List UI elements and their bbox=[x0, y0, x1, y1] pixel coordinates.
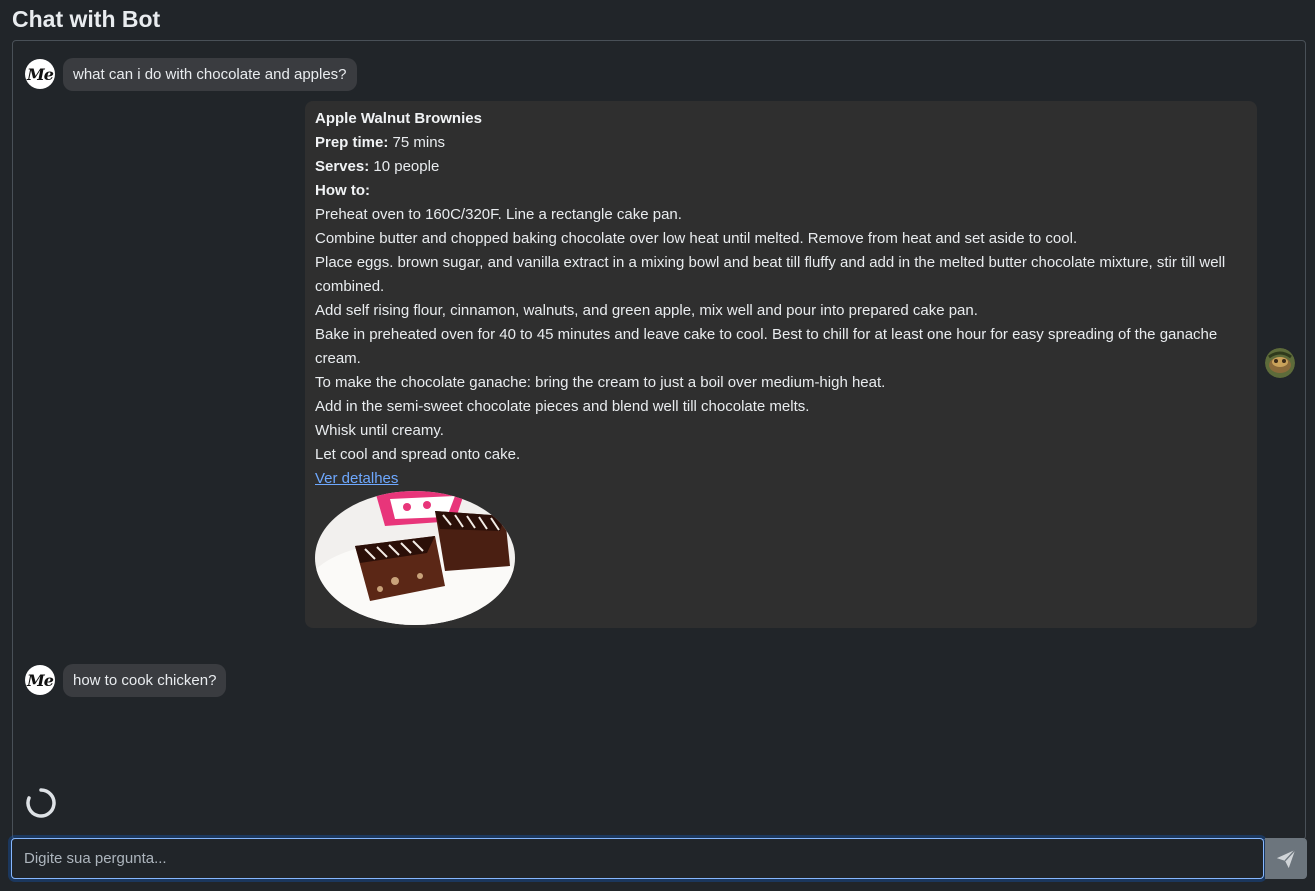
user-avatar-icon: Me bbox=[25, 665, 55, 695]
howto-label: How to: bbox=[315, 182, 370, 199]
serves-label: Serves: bbox=[315, 158, 370, 175]
recipe-step: Whisk until creamy. bbox=[315, 422, 444, 439]
user-message: how to cook chicken? bbox=[63, 664, 227, 697]
question-input-wrapper bbox=[11, 838, 1264, 879]
serves-value: 10 people bbox=[373, 158, 440, 175]
question-input[interactable] bbox=[12, 839, 1263, 878]
recipe-step: Let cool and spread onto cake. bbox=[315, 446, 521, 463]
recipe-step: Add self rising flour, cinnamon, walnuts… bbox=[315, 302, 978, 319]
recipe-image bbox=[315, 491, 515, 625]
bot-avatar-icon bbox=[1265, 348, 1295, 378]
spinner-icon bbox=[26, 788, 56, 818]
recipe-step: Bake in preheated oven for 40 to 45 minu… bbox=[315, 326, 1218, 367]
prep-time-label: Prep time: bbox=[315, 134, 389, 151]
user-message: what can i do with chocolate and apples? bbox=[63, 58, 357, 91]
user-avatar-text: Me bbox=[27, 670, 54, 690]
send-icon bbox=[1276, 848, 1296, 868]
details-link[interactable]: Ver detalhes bbox=[315, 470, 398, 487]
page-title: Chat with Bot bbox=[12, 6, 161, 32]
bot-message: Apple Walnut Brownies Prep time: 75 mins… bbox=[305, 101, 1257, 628]
recipe-step: Place eggs. brown sugar, and vanilla ext… bbox=[315, 254, 1226, 295]
user-avatar-text: Me bbox=[27, 64, 54, 84]
user-avatar-icon: Me bbox=[25, 59, 55, 89]
send-button[interactable] bbox=[1265, 838, 1307, 879]
recipe-title: Apple Walnut Brownies bbox=[315, 110, 482, 127]
recipe-step: Preheat oven to 160C/320F. Line a rectan… bbox=[315, 206, 682, 223]
prep-time-value: 75 mins bbox=[392, 134, 446, 151]
recipe-step: To make the chocolate ganache: bring the… bbox=[315, 374, 886, 391]
recipe-step: Add in the semi-sweet chocolate pieces a… bbox=[315, 398, 810, 415]
recipe-step: Combine butter and chopped baking chocol… bbox=[315, 230, 1078, 247]
